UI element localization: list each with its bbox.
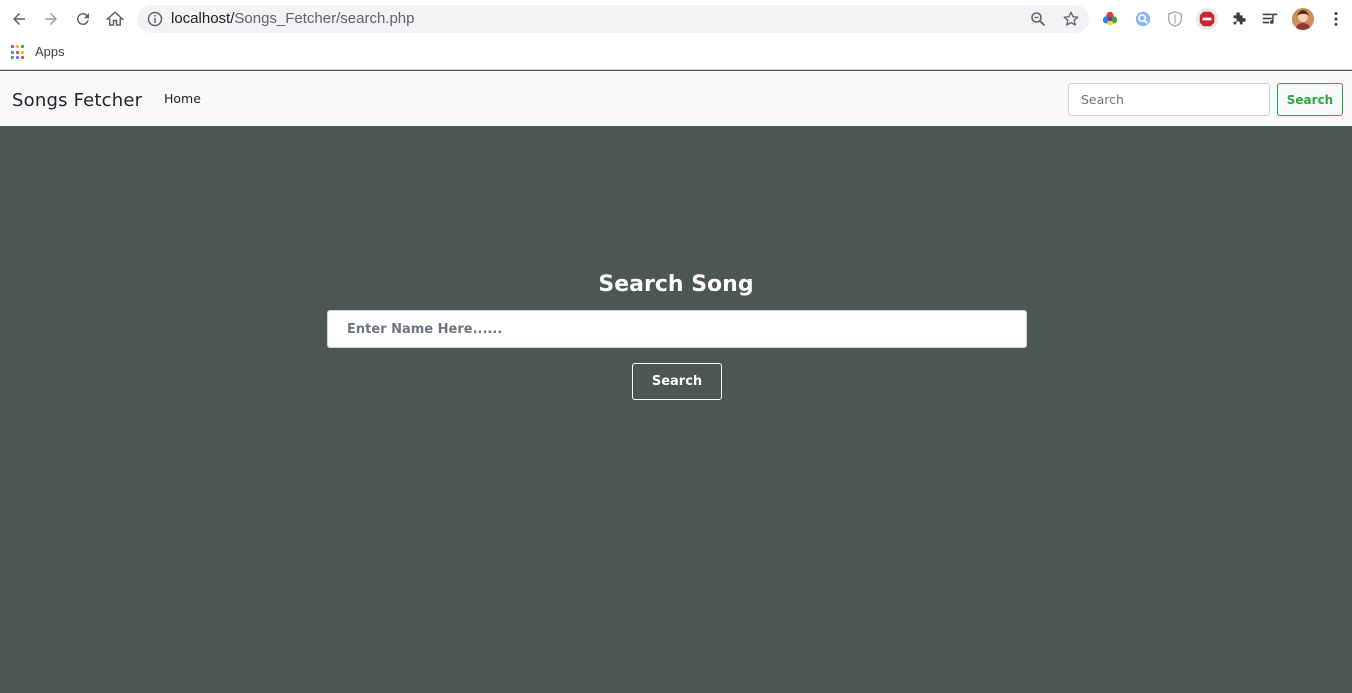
url-host: localhost/ — [171, 10, 235, 27]
site-brand[interactable]: Songs Fetcher — [12, 90, 142, 111]
media-queue-icon[interactable] — [1260, 9, 1280, 29]
avatar[interactable] — [1292, 8, 1314, 30]
song-search-button[interactable]: Search — [632, 363, 722, 400]
apps-bookmark[interactable]: Apps — [35, 44, 65, 59]
color-wheel-extension-icon[interactable] — [1100, 9, 1120, 29]
page-title: Search Song — [598, 272, 754, 297]
apps-grid-icon[interactable] — [11, 45, 26, 60]
reload-icon[interactable] — [71, 7, 95, 31]
song-name-input[interactable] — [327, 310, 1027, 348]
search-extension-icon[interactable] — [1133, 9, 1153, 29]
bookmarks-bar: Apps — [0, 38, 1352, 70]
shield-extension-icon[interactable] — [1165, 9, 1185, 29]
navbar-search-button[interactable]: Search — [1277, 83, 1343, 116]
adblock-extension-icon[interactable] — [1196, 8, 1218, 30]
star-icon[interactable] — [1062, 10, 1080, 28]
forward-icon[interactable] — [39, 7, 63, 31]
nav-home-link[interactable]: Home — [164, 91, 201, 106]
more-menu-icon[interactable] — [1326, 9, 1346, 29]
site-navbar: Songs Fetcher Home Search — [0, 71, 1352, 126]
puzzle-icon[interactable] — [1229, 9, 1249, 29]
home-icon[interactable] — [103, 7, 127, 31]
navbar-search-input[interactable] — [1068, 83, 1270, 116]
zoom-icon[interactable] — [1030, 11, 1046, 27]
info-icon[interactable] — [147, 11, 163, 27]
browser-toolbar: localhost/Songs_Fetcher/search.php — [0, 0, 1352, 38]
url-text[interactable]: localhost/Songs_Fetcher/search.php — [171, 10, 415, 27]
url-path: Songs_Fetcher/search.php — [234, 10, 415, 27]
back-icon[interactable] — [7, 7, 31, 31]
address-bar[interactable]: localhost/Songs_Fetcher/search.php — [137, 5, 1089, 33]
